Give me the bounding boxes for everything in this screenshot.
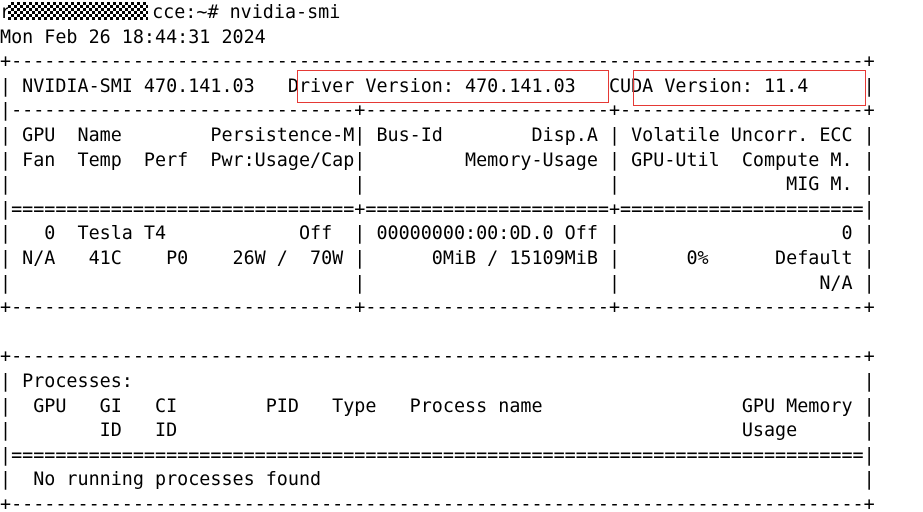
cuda-version-highlight [633, 70, 866, 106]
output-line: | 0 Tesla T4 Off | 00000000:00:0D.0 Off … [0, 223, 875, 245]
prompt-command: cce:~# nvidia-smi [152, 2, 341, 23]
output-line: | GPU Name Persistence-M| Bus-Id Disp.A … [0, 125, 875, 146]
driver-version-highlight [297, 70, 609, 103]
output-line: +-------------------------------+-------… [0, 297, 875, 319]
terminal-window[interactable]: r cce:~# nvidia-smi Mon Feb 26 18:44:31 2… [0, 0, 923, 512]
output-line: | | | MIG M. | [0, 174, 875, 196]
output-line: |===============================+=======… [0, 198, 875, 220]
output-line: |=======================================… [0, 444, 875, 466]
output-line: | Processes: | [0, 371, 875, 392]
output-line: | GPU GI CI PID Type Process name GPU Me… [0, 395, 875, 417]
redacted-hostname-mask [8, 2, 148, 20]
output-line: | No running processes found | [0, 469, 875, 491]
output-line: +---------------------------------------… [0, 494, 875, 512]
output-line: | ID ID Usage | [0, 420, 875, 442]
timestamp-line: Mon Feb 26 18:44:31 2024 [0, 26, 266, 48]
output-line: +---------------------------------------… [0, 346, 875, 368]
output-line: | | | N/A | [0, 272, 875, 294]
output-line: | Fan Temp Perf Pwr:Usage/Cap| Memory-Us… [0, 149, 875, 171]
output-line: | N/A 41C P0 26W / 70W | 0MiB / 15109MiB… [0, 248, 875, 269]
